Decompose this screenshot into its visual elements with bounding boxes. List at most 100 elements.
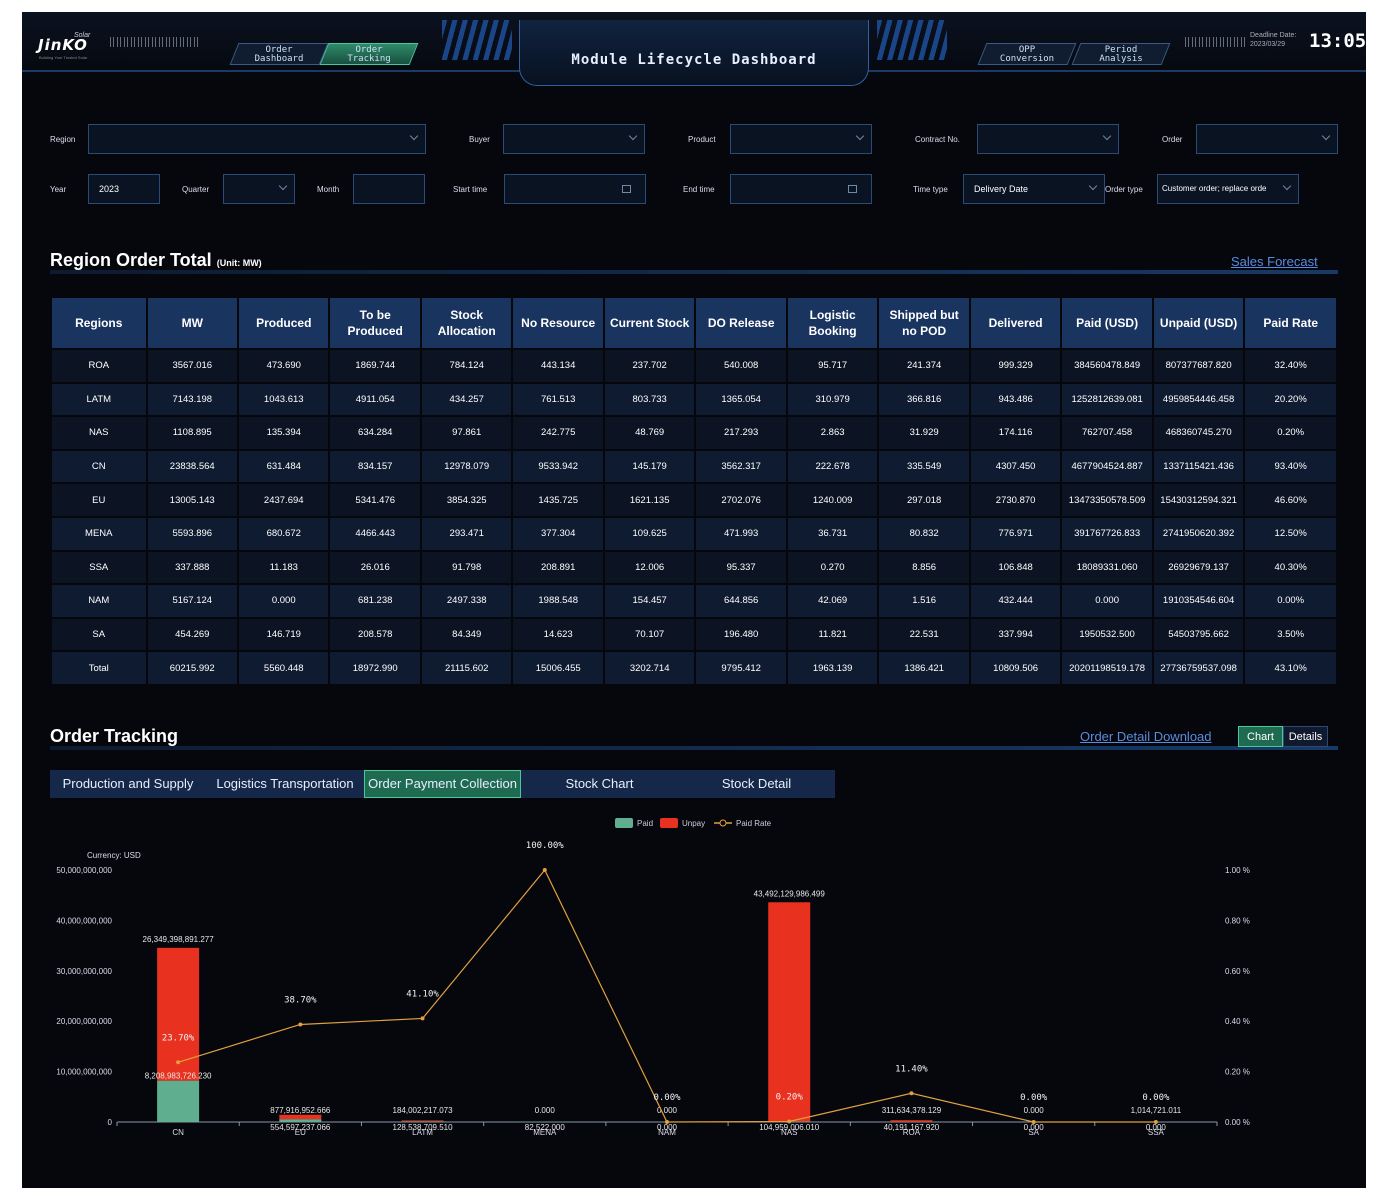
table-cell: 1386.421	[877, 650, 971, 686]
table-cell: ROA	[50, 348, 148, 384]
contract-select[interactable]	[977, 124, 1119, 154]
table-cell: 5167.124	[145, 583, 240, 619]
table-cell: 106.848	[968, 549, 1063, 586]
table-cell: 242.775	[511, 415, 605, 451]
order-detail-download-link[interactable]: Order Detail Download	[1080, 729, 1212, 744]
nav-opp-conversion[interactable]: OPP Conversion	[977, 43, 1077, 65]
table-cell: 32.40%	[1243, 348, 1338, 384]
table-cell: 8.856	[877, 549, 971, 586]
start-time-picker[interactable]	[504, 174, 646, 204]
table-cell: 27736759537.098	[1151, 650, 1246, 686]
column-header: DO Release	[694, 296, 788, 350]
table-cell: 473.690	[236, 348, 331, 384]
chevron-down-icon	[1321, 131, 1331, 141]
table-cell: 23838.564	[145, 448, 240, 485]
region-select[interactable]	[88, 124, 426, 154]
y-left-tick-label: 50,000,000,000	[56, 866, 112, 875]
bar-unpay	[279, 1114, 322, 1120]
region-title-text: Region Order Total	[50, 250, 212, 270]
table-cell: 70.107	[602, 616, 697, 653]
region-unit: (Unit: MW)	[216, 258, 262, 268]
end-time-picker[interactable]	[730, 174, 872, 204]
y-right-tick-label: 0.60 %	[1225, 967, 1250, 976]
table-row: SA 454.269 146.719 208.578 84.349 14.623 70.10…	[50, 616, 1338, 653]
table-cell: 146.719	[236, 616, 331, 653]
column-header: Shipped but no POD	[877, 296, 971, 350]
quarter-select[interactable]	[223, 174, 295, 204]
tab-logistics-transportation[interactable]: Logistics Transportation	[206, 770, 364, 798]
region-label: Region	[50, 135, 76, 144]
table-cell: 91.798	[419, 549, 514, 586]
nav-order-tracking-label: Order Tracking	[347, 45, 391, 64]
table-cell: 237.702	[602, 348, 697, 384]
table-cell: 43.10%	[1243, 650, 1338, 686]
product-select[interactable]	[730, 124, 872, 154]
data-label-paid: 554,597,237.066	[270, 1123, 331, 1132]
paid-rate-marker	[1031, 1120, 1036, 1124]
table-cell: 26.016	[328, 549, 422, 586]
table-row: LATM 7143.198 1043.613 4911.054 434.257 761.5…	[50, 381, 1338, 418]
table-cell: 434.257	[419, 381, 514, 418]
details-toggle[interactable]: Details	[1283, 726, 1328, 747]
bar-paid	[157, 1080, 200, 1122]
time-type-select[interactable]: Delivery Date	[963, 174, 1105, 204]
data-label-paid: 82,522,000	[525, 1123, 566, 1132]
table-cell: 31.929	[877, 415, 971, 451]
column-header: Regions	[50, 296, 148, 350]
table-cell: 2741950620.392	[1151, 515, 1246, 552]
chevron-down-icon	[855, 131, 865, 141]
table-cell: 18972.990	[328, 650, 422, 686]
table-cell: 337.888	[145, 549, 240, 586]
table-cell: 46.60%	[1243, 482, 1338, 518]
table-cell: 20201198519.178	[1060, 650, 1154, 686]
table-cell: 5560.448	[236, 650, 331, 686]
y-right-tick-label: 1.00 %	[1225, 866, 1250, 875]
stripes-decoration-left	[442, 20, 512, 60]
product-label: Product	[688, 135, 716, 144]
table-cell: 366.816	[877, 381, 971, 418]
table-row: CN 23838.564 631.484 834.157 12978.079 9533.9…	[50, 448, 1338, 485]
table-row: Total 60215.992 5560.448 18972.990 21115.602…	[50, 650, 1338, 686]
table-cell: 10809.506	[968, 650, 1063, 686]
chart-toggle[interactable]: Chart	[1238, 726, 1283, 747]
order-type-select[interactable]: Customer order; replace orde	[1157, 174, 1299, 204]
order-select[interactable]	[1196, 124, 1338, 154]
data-label-paid-rate: 41.10%	[406, 989, 439, 999]
table-cell: 60215.992	[145, 650, 240, 686]
table-cell: 0.270	[785, 549, 880, 586]
column-header: Unpaid (USD)	[1151, 296, 1246, 350]
data-label-unpay: 43,492,129,986.499	[754, 889, 826, 898]
nav-order-dashboard[interactable]: Order Dashboard	[229, 43, 329, 65]
quarter-label: Quarter	[182, 185, 210, 194]
x-tick-label: CN	[172, 1128, 184, 1137]
barcode-decoration-left	[110, 37, 200, 47]
nav-period-analysis[interactable]: Period Analysis	[1071, 43, 1171, 65]
tab-stock-detail[interactable]: Stock Detail	[678, 770, 835, 798]
year-value: 2023	[99, 184, 120, 194]
table-cell: 834.157	[328, 448, 422, 485]
tab-order-payment-collection[interactable]: Order Payment Collection	[364, 770, 521, 798]
table-cell: 5593.896	[145, 515, 240, 552]
year-input[interactable]: 2023	[88, 174, 160, 204]
sales-forecast-link[interactable]: Sales Forecast	[1231, 254, 1318, 269]
tab-production-supply[interactable]: Production and Supply	[50, 770, 206, 798]
table-cell: 4959854446.458	[1151, 381, 1246, 418]
month-input[interactable]	[353, 174, 425, 204]
table-cell: 13473350578.509	[1060, 482, 1154, 518]
table-cell: CN	[50, 448, 148, 485]
table-cell: 97.861	[419, 415, 514, 451]
table-cell: 135.394	[236, 415, 331, 451]
y-left-tick-label: 20,000,000,000	[56, 1017, 112, 1026]
order-type-value: Customer order; replace orde	[1162, 184, 1267, 193]
paid-rate-marker	[1153, 1120, 1158, 1124]
data-label-unpay: 877,916,952.666	[270, 1106, 331, 1115]
buyer-select[interactable]	[503, 124, 645, 154]
tab-stock-chart[interactable]: Stock Chart	[521, 770, 678, 798]
data-label-paid: 104,959,006.010	[759, 1123, 820, 1132]
data-label-paid: 128,538,709.510	[393, 1123, 454, 1132]
table-cell: 145.179	[602, 448, 697, 485]
data-label-unpay: 311,634,378.129	[882, 1106, 942, 1115]
nav-order-tracking[interactable]: Order Tracking	[319, 43, 419, 65]
deadline-date: 2023/03/29	[1250, 41, 1286, 48]
stripes-decoration-right	[877, 20, 947, 60]
